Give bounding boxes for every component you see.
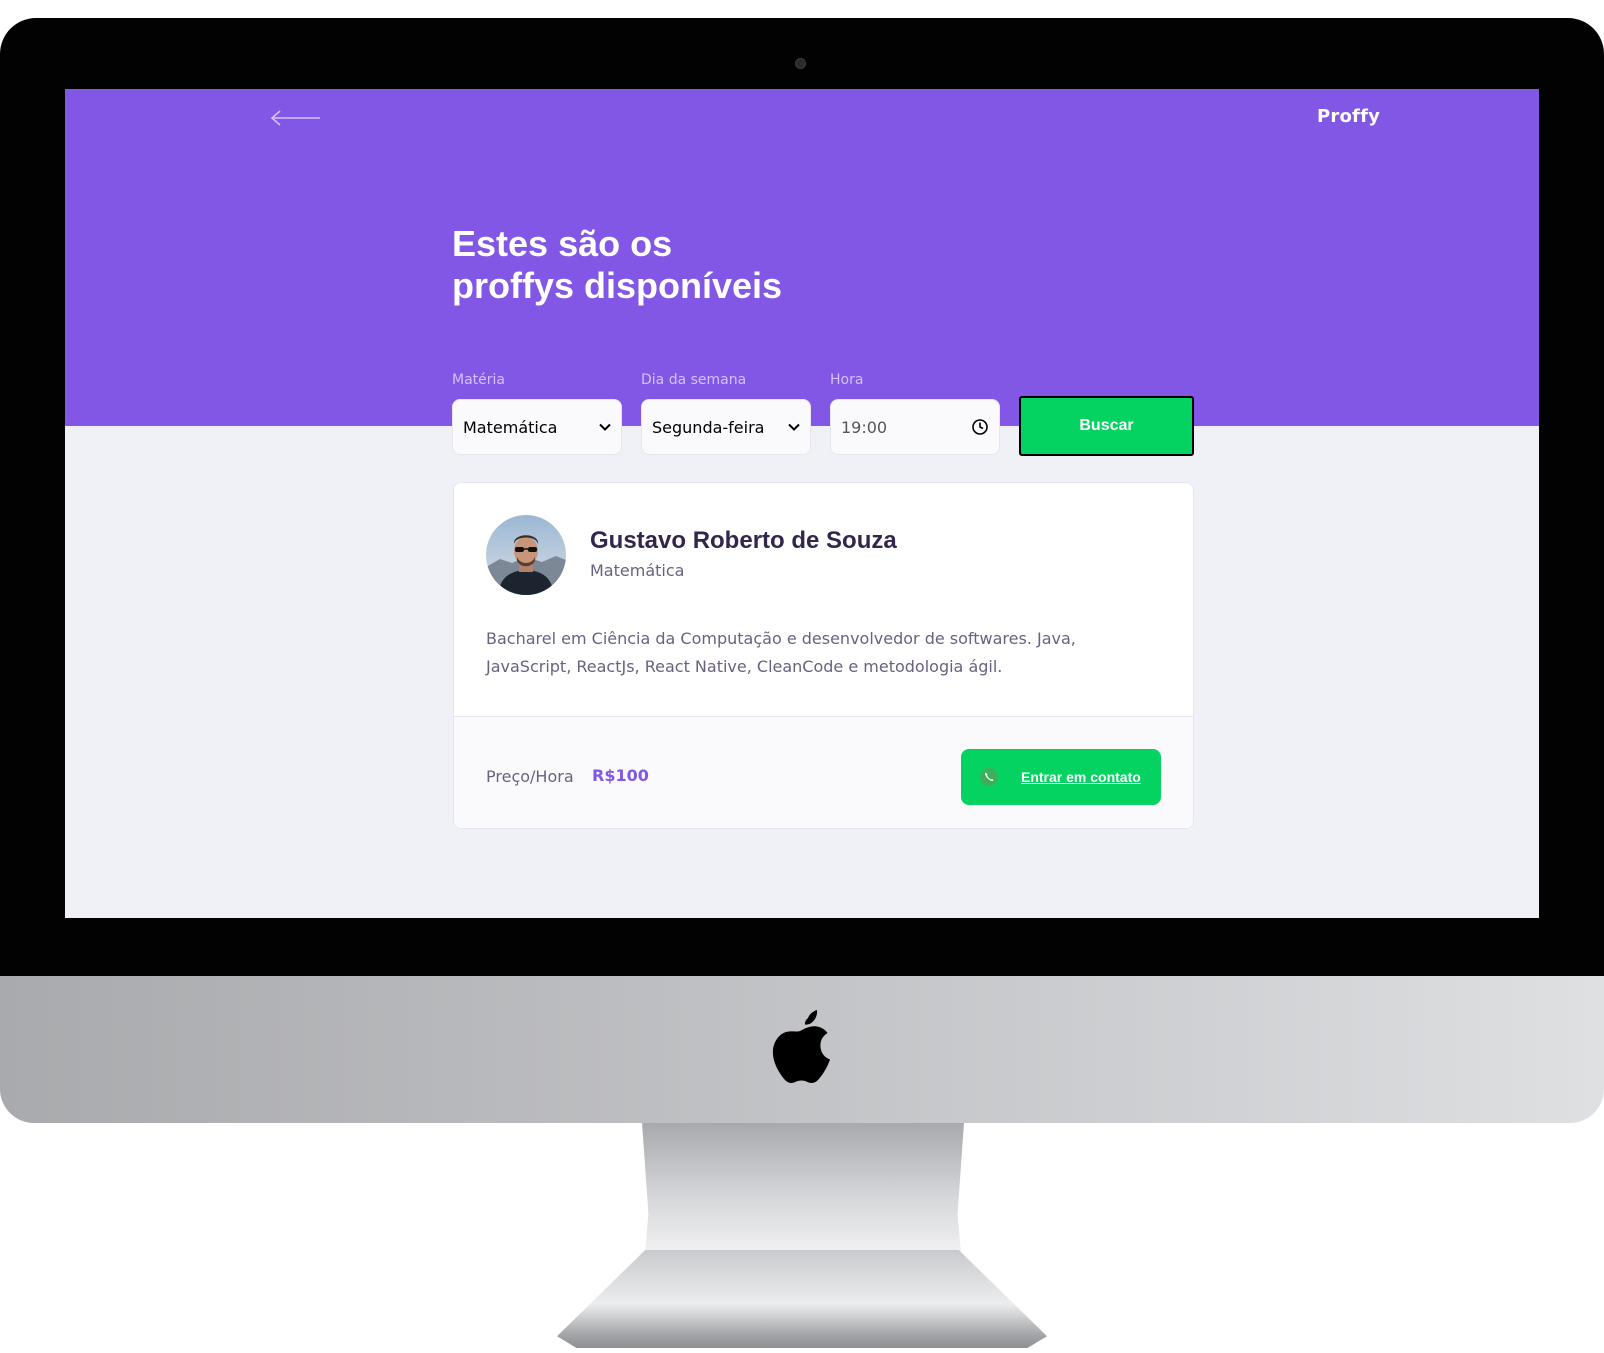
price-label: Preço/Hora bbox=[486, 767, 574, 786]
arrow-left-icon[interactable] bbox=[270, 107, 322, 129]
teacher-subject: Matemática bbox=[590, 561, 685, 580]
contact-button[interactable]: Entrar em contato bbox=[961, 749, 1161, 805]
app-screen: Proffy Estes são os proffys disponíveis … bbox=[65, 89, 1539, 918]
teacher-name: Gustavo Roberto de Souza bbox=[590, 527, 897, 554]
page-title: Estes são os proffys disponíveis bbox=[452, 223, 972, 307]
time-label: Hora bbox=[830, 372, 864, 388]
weekday-select[interactable]: Segunda-feira bbox=[641, 399, 811, 455]
chevron-down-icon bbox=[599, 423, 611, 431]
apple-logo bbox=[772, 1010, 830, 1083]
card-footer: Preço/Hora R$100 Entrar em contato bbox=[454, 716, 1193, 828]
weekday-label: Dia da semana bbox=[641, 372, 747, 388]
brand-logo: Proffy bbox=[1317, 106, 1381, 127]
time-input-value: 19:00 bbox=[841, 417, 888, 437]
whatsapp-icon bbox=[980, 768, 998, 786]
page-title-line-2: proffys disponíveis bbox=[452, 265, 783, 306]
time-input[interactable]: 19:00 bbox=[830, 399, 1000, 455]
monitor-stand-base bbox=[557, 1250, 1047, 1348]
chevron-down-icon bbox=[788, 423, 800, 431]
avatar bbox=[486, 515, 566, 595]
price-value: R$100 bbox=[592, 766, 649, 785]
search-button[interactable]: Buscar bbox=[1019, 396, 1194, 456]
subject-select-value: Matemática bbox=[463, 417, 558, 437]
teacher-card: Gustavo Roberto de Souza Matemática Bach… bbox=[453, 482, 1194, 829]
contact-button-label: Entrar em contato bbox=[1021, 769, 1141, 785]
camera bbox=[795, 58, 806, 69]
page-header: Proffy Estes são os proffys disponíveis bbox=[65, 89, 1539, 426]
subject-select[interactable]: Matemática bbox=[452, 399, 622, 455]
clock-icon[interactable] bbox=[971, 418, 989, 436]
subject-label: Matéria bbox=[452, 372, 505, 388]
teacher-bio: Bacharel em Ciência da Computação e dese… bbox=[486, 629, 1076, 676]
page-title-line-1: Estes são os bbox=[452, 223, 673, 264]
weekday-select-value: Segunda-feira bbox=[652, 417, 765, 437]
